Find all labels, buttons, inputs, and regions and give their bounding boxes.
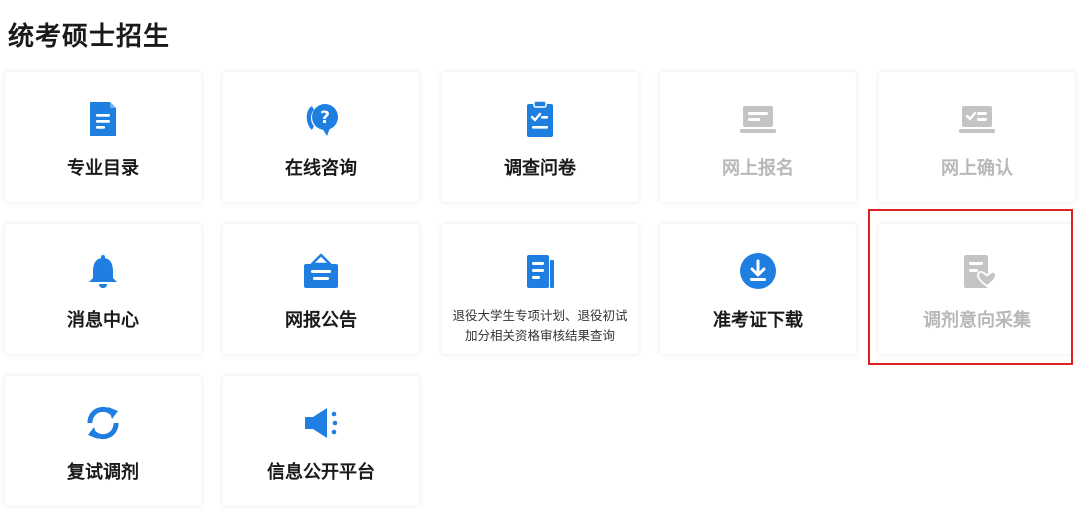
tile-survey[interactable]: 调查问卷 bbox=[442, 72, 638, 202]
tile-registration-notice[interactable]: 网报公告 bbox=[223, 224, 419, 354]
laptop-form-icon bbox=[737, 98, 779, 140]
tile-label: 调剂意向采集 bbox=[923, 310, 1031, 331]
tile-online-consult[interactable]: ? 在线咨询 bbox=[223, 72, 419, 202]
document-icon bbox=[82, 98, 124, 140]
tile-online-registration[interactable]: 网上报名 bbox=[660, 72, 856, 202]
tile-label: 复试调剂 bbox=[67, 462, 139, 483]
tile-major-catalog[interactable]: 专业目录 bbox=[5, 72, 201, 202]
tile-label: 网上确认 bbox=[941, 158, 1013, 179]
refresh-icon bbox=[82, 402, 124, 444]
tile-retest-adjustment[interactable]: 复试调剂 bbox=[5, 376, 201, 506]
page: 统考硕士招生 专业目录 ? 在线咨询 调查问卷 网上报名 网上确认 消息中心 网… bbox=[0, 0, 1080, 510]
page-title: 统考硕士招生 bbox=[8, 22, 171, 52]
question-chat-icon: ? bbox=[300, 98, 342, 140]
svg-text:?: ? bbox=[320, 108, 330, 128]
notice-board-icon bbox=[300, 250, 342, 292]
tile-message-center[interactable]: 消息中心 bbox=[5, 224, 201, 354]
tile-label: 网报公告 bbox=[285, 310, 357, 331]
laptop-check-icon bbox=[956, 98, 998, 140]
tile-label: 信息公开平台 bbox=[267, 462, 375, 483]
tile-label: 专业目录 bbox=[67, 158, 139, 179]
tile-label-line: 加分相关资格审核结果查询 bbox=[464, 328, 615, 343]
tile-label: 准考证下载 bbox=[713, 310, 803, 331]
bell-icon bbox=[82, 250, 124, 292]
tile-adjustment-intent-collection[interactable]: 调剂意向采集 bbox=[879, 224, 1075, 354]
download-circle-icon bbox=[737, 250, 779, 292]
megaphone-icon bbox=[300, 402, 342, 444]
tile-label: 调查问卷 bbox=[504, 158, 576, 179]
tile-admission-ticket-download[interactable]: 准考证下载 bbox=[660, 224, 856, 354]
tile-label-multiline: 退役大学生专项计划、退役初试 加分相关资格审核结果查询 bbox=[442, 306, 638, 346]
tile-label: 网上报名 bbox=[722, 158, 794, 179]
tile-online-confirmation[interactable]: 网上确认 bbox=[879, 72, 1075, 202]
tile-label-line: 退役大学生专项计划、退役初试 bbox=[452, 308, 628, 323]
clipboard-check-icon bbox=[519, 98, 561, 140]
doc-heart-icon bbox=[956, 250, 998, 292]
tile-label: 在线咨询 bbox=[285, 158, 357, 179]
tile-info-disclosure-platform[interactable]: 信息公开平台 bbox=[223, 376, 419, 506]
tile-veteran-qualification-query[interactable]: 退役大学生专项计划、退役初试 加分相关资格审核结果查询 bbox=[442, 224, 638, 354]
tile-label: 消息中心 bbox=[67, 310, 139, 331]
doc-list-icon bbox=[519, 250, 561, 292]
